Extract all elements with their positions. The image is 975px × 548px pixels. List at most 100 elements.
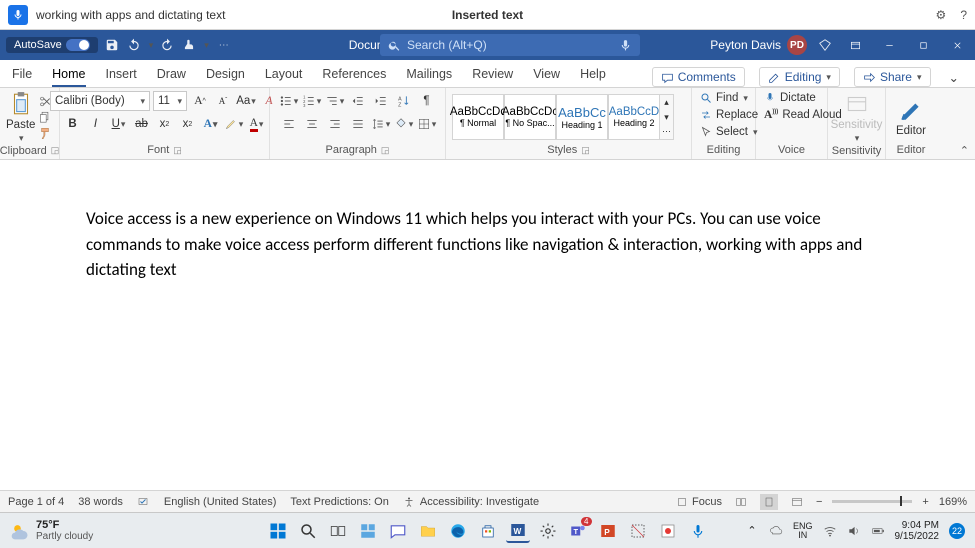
- dialog-launcher-icon[interactable]: ◲: [381, 145, 390, 156]
- snipping-icon[interactable]: [626, 519, 650, 543]
- save-icon[interactable]: [104, 37, 120, 53]
- word-count[interactable]: 38 words: [78, 496, 123, 508]
- styles-gallery[interactable]: AaBbCcDc¶ Normal AaBbCcDc¶ No Spac... Aa…: [452, 94, 674, 140]
- tab-draw[interactable]: Draw: [157, 63, 186, 87]
- format-painter-icon[interactable]: [38, 127, 52, 141]
- subscript-button[interactable]: x2: [155, 114, 175, 134]
- superscript-button[interactable]: x2: [178, 114, 198, 134]
- style-normal[interactable]: AaBbCcDc¶ Normal: [452, 94, 504, 140]
- app-generic-icon[interactable]: [656, 519, 680, 543]
- tab-mailings[interactable]: Mailings: [406, 63, 452, 87]
- tab-layout[interactable]: Layout: [265, 63, 303, 87]
- style-heading1[interactable]: AaBbCcHeading 1: [556, 94, 608, 140]
- diamond-icon[interactable]: [817, 37, 833, 53]
- style-nospacing[interactable]: AaBbCcDc¶ No Spac...: [504, 94, 556, 140]
- editor-button[interactable]: Editor: [892, 97, 930, 137]
- read-mode-icon[interactable]: [732, 494, 750, 510]
- font-size-select[interactable]: 11▾: [153, 91, 187, 111]
- tab-review[interactable]: Review: [472, 63, 513, 87]
- chat-icon[interactable]: [386, 519, 410, 543]
- voice-mic-button[interactable]: [8, 5, 28, 25]
- borders-icon[interactable]: ▾: [417, 114, 437, 134]
- align-center-icon[interactable]: [302, 114, 322, 134]
- focus-button[interactable]: Focus: [675, 495, 722, 508]
- teams-icon[interactable]: T4: [566, 519, 590, 543]
- notification-badge[interactable]: 22: [949, 523, 965, 539]
- onedrive-icon[interactable]: [769, 524, 783, 538]
- ribbon-mode-icon[interactable]: ⌄: [945, 70, 963, 85]
- zoom-in-icon[interactable]: +: [922, 496, 928, 508]
- change-case-icon[interactable]: Aa▾: [236, 91, 256, 111]
- taskbar-search-icon[interactable]: [296, 519, 320, 543]
- underline-button[interactable]: U▾: [109, 114, 129, 134]
- dialog-launcher-icon[interactable]: ◲: [581, 145, 590, 156]
- find-button[interactable]: Find▾: [698, 91, 750, 105]
- collapse-ribbon-icon[interactable]: ⌃: [960, 144, 969, 157]
- account-button[interactable]: Peyton Davis PD: [710, 35, 807, 55]
- tab-insert[interactable]: Insert: [106, 63, 137, 87]
- grow-font-icon[interactable]: A^: [190, 91, 210, 111]
- clock[interactable]: 9:04 PM9/15/2022: [895, 520, 940, 542]
- zoom-slider[interactable]: [832, 500, 912, 503]
- task-view-icon[interactable]: [326, 519, 350, 543]
- font-color-icon[interactable]: A▾: [247, 114, 267, 134]
- language-indicator[interactable]: English (United States): [164, 496, 277, 508]
- redo-icon[interactable]: [159, 37, 175, 53]
- dialog-launcher-icon[interactable]: ◲: [51, 145, 60, 156]
- style-heading2[interactable]: AaBbCcDHeading 2: [608, 94, 660, 140]
- touch-chev[interactable]: ▾: [204, 40, 209, 51]
- battery-icon[interactable]: [871, 524, 885, 538]
- maximize-button[interactable]: [911, 35, 935, 55]
- explorer-icon[interactable]: [416, 519, 440, 543]
- tab-home[interactable]: Home: [52, 63, 85, 87]
- align-right-icon[interactable]: [325, 114, 345, 134]
- autosave-toggle[interactable]: AutoSave: [6, 37, 98, 53]
- increase-indent-icon[interactable]: [371, 91, 391, 111]
- search-mic-icon[interactable]: [619, 39, 632, 52]
- line-spacing-icon[interactable]: ▾: [371, 114, 391, 134]
- word-icon[interactable]: W: [506, 519, 530, 543]
- bold-button[interactable]: B: [63, 114, 83, 134]
- minimize-button[interactable]: [877, 35, 901, 55]
- document-body[interactable]: Voice access is a new experience on Wind…: [0, 160, 975, 283]
- edge-icon[interactable]: [446, 519, 470, 543]
- text-effects-icon[interactable]: A▾: [201, 114, 221, 134]
- accessibility-status[interactable]: Accessibility: Investigate: [403, 495, 539, 508]
- undo-icon[interactable]: [126, 37, 142, 53]
- store-icon[interactable]: [476, 519, 500, 543]
- wifi-icon[interactable]: [823, 524, 837, 538]
- tab-references[interactable]: References: [322, 63, 386, 87]
- decrease-indent-icon[interactable]: [348, 91, 368, 111]
- multilevel-icon[interactable]: ▾: [325, 91, 345, 111]
- spell-check-icon[interactable]: [137, 495, 150, 508]
- tray-chevron-icon[interactable]: ⌃: [745, 524, 759, 538]
- language-switcher[interactable]: ENGIN: [793, 522, 813, 540]
- replace-button[interactable]: Replace: [698, 108, 760, 122]
- weather-widget[interactable]: 75°F Partly cloudy: [10, 519, 93, 542]
- editing-mode-button[interactable]: Editing▾: [759, 67, 840, 87]
- settings-icon[interactable]: ⚙: [936, 8, 947, 22]
- undo-chev[interactable]: ▾: [149, 40, 154, 51]
- volume-icon[interactable]: [847, 524, 861, 538]
- document-area[interactable]: Voice access is a new experience on Wind…: [0, 160, 975, 490]
- page-indicator[interactable]: Page 1 of 4: [8, 496, 64, 508]
- show-marks-icon[interactable]: ¶: [417, 91, 437, 111]
- zoom-thumb[interactable]: [900, 496, 902, 506]
- text-predictions[interactable]: Text Predictions: On: [290, 496, 388, 508]
- sort-icon[interactable]: AZ: [394, 91, 414, 111]
- qat-customize-icon[interactable]: ⋯: [219, 40, 229, 51]
- print-layout-icon[interactable]: [760, 494, 778, 510]
- tab-file[interactable]: File: [12, 63, 32, 87]
- strike-button[interactable]: ab: [132, 114, 152, 134]
- justify-icon[interactable]: [348, 114, 368, 134]
- dictate-button[interactable]: Dictate: [762, 91, 818, 105]
- gallery-scroll[interactable]: ▴▾⋯: [660, 94, 674, 140]
- select-button[interactable]: Select▾: [698, 125, 760, 139]
- zoom-out-icon[interactable]: −: [816, 496, 822, 508]
- comments-button[interactable]: Comments: [652, 67, 745, 87]
- touch-mode-icon[interactable]: [181, 37, 197, 53]
- ribbon-display-icon[interactable]: [843, 35, 867, 55]
- align-left-icon[interactable]: [279, 114, 299, 134]
- italic-button[interactable]: I: [86, 114, 106, 134]
- paste-button[interactable]: Paste ▾: [6, 91, 35, 144]
